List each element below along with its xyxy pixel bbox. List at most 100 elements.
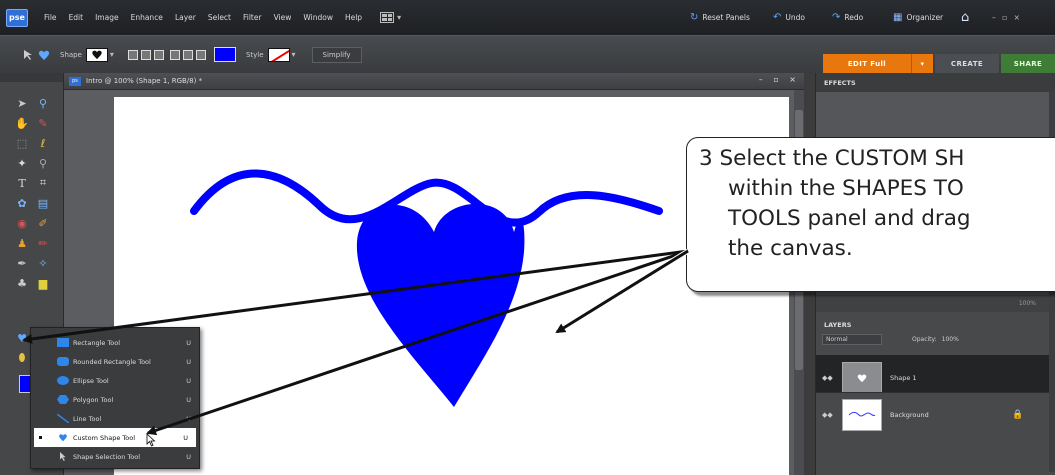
eye-icon[interactable]: ◆◆ bbox=[822, 374, 833, 382]
tab-create[interactable]: CREATE bbox=[935, 54, 999, 74]
flyout-item-label: Rectangle Tool bbox=[73, 338, 121, 347]
menu-image[interactable]: Image bbox=[95, 13, 119, 22]
flyout-item-rounded-rectangle-tool[interactable]: Rounded Rectangle Tool U bbox=[31, 352, 199, 371]
shape-picker[interactable] bbox=[85, 47, 108, 62]
brush-tool-icon[interactable]: ✒ bbox=[15, 256, 29, 270]
smart-brush-tool-icon[interactable]: ✧ bbox=[36, 256, 50, 270]
menu-enhance[interactable]: Enhance bbox=[131, 13, 163, 22]
intersect-shape-icon[interactable] bbox=[169, 49, 180, 60]
wavy-line-thumb bbox=[848, 411, 876, 417]
shortcut-key: U bbox=[186, 338, 191, 347]
menu-select[interactable]: Select bbox=[208, 13, 231, 22]
arrange-documents-icon[interactable] bbox=[380, 12, 395, 23]
blend-mode-select[interactable]: Normal bbox=[822, 333, 882, 345]
menu-view[interactable]: View bbox=[274, 13, 292, 22]
menu-edit[interactable]: Edit bbox=[69, 13, 84, 22]
home-icon[interactable]: ⌂ bbox=[961, 0, 969, 35]
reset-icon: ↻ bbox=[690, 12, 699, 23]
eyedropper-tool-icon[interactable]: ✎ bbox=[36, 116, 50, 130]
gradient-tool-icon[interactable]: ▆ bbox=[36, 276, 50, 290]
flyout-item-rectangle-tool[interactable]: Rectangle Tool U bbox=[31, 333, 199, 352]
exclude-shape-icon[interactable] bbox=[182, 49, 193, 60]
opacity-input[interactable]: 100% bbox=[942, 336, 959, 343]
style-picker[interactable] bbox=[267, 47, 290, 62]
chevron-down-icon[interactable]: ▾ bbox=[110, 50, 114, 59]
healing-brush-tool-icon[interactable]: ✐ bbox=[36, 216, 50, 230]
layers-panel-header[interactable]: LAYERS bbox=[816, 319, 1055, 330]
straighten-tool-icon[interactable]: ▤ bbox=[36, 196, 50, 210]
tab-edit-full[interactable]: EDIT Full bbox=[823, 54, 911, 74]
chevron-down-icon[interactable]: ▾ bbox=[397, 13, 401, 22]
flyout-item-polygon-tool[interactable]: Polygon Tool U bbox=[31, 390, 199, 409]
lock-icon: 🔒 bbox=[1012, 410, 1024, 420]
menu-bar: pse File Edit Image Enhance Layer Select… bbox=[0, 0, 1055, 35]
flyout-item-label: Rounded Rectangle Tool bbox=[73, 357, 151, 366]
new-shape-layer-icon[interactable] bbox=[127, 49, 138, 60]
cookie-cutter-tool-icon[interactable]: ✿ bbox=[15, 196, 29, 210]
marquee-tool-icon[interactable]: ⬚ bbox=[15, 136, 29, 150]
menu-window[interactable]: Window bbox=[303, 13, 333, 22]
chevron-down-icon[interactable]: ▾ bbox=[292, 50, 296, 59]
type-tool-icon[interactable]: T bbox=[15, 176, 29, 190]
layer-name: Background bbox=[890, 411, 929, 419]
eraser-tool-icon[interactable]: ✏ bbox=[36, 236, 50, 250]
eye-icon[interactable]: ◆◆ bbox=[822, 411, 833, 419]
effects-panel-header[interactable]: EFFECTS bbox=[816, 73, 1055, 92]
add-to-shape-icon[interactable] bbox=[140, 49, 151, 60]
heart-icon bbox=[59, 434, 67, 442]
shape-tool-icon[interactable]: ♥ bbox=[15, 331, 29, 345]
shortcut-key: U bbox=[186, 414, 191, 423]
redo-button[interactable]: ↷ Redo bbox=[832, 0, 863, 35]
menu-layer[interactable]: Layer bbox=[175, 13, 196, 22]
shortcut-key: U bbox=[186, 376, 191, 385]
heart-shape bbox=[356, 203, 525, 407]
subtract-shape-icon[interactable] bbox=[153, 49, 164, 60]
callout-line-2: within the SHAPES TO bbox=[728, 176, 964, 201]
flyout-item-custom-shape-tool[interactable]: Custom Shape Tool U bbox=[34, 428, 196, 447]
effects-status: 100% bbox=[816, 295, 1055, 312]
reset-panels-button[interactable]: ↻ Reset Panels bbox=[690, 0, 750, 35]
move-tool-icon[interactable]: ➤ bbox=[15, 96, 29, 110]
magic-wand-tool-icon[interactable]: ✦ bbox=[15, 156, 29, 170]
red-eye-tool-icon[interactable]: ◉ bbox=[15, 216, 29, 230]
shape-color-swatch[interactable] bbox=[213, 47, 236, 62]
menu-file[interactable]: File bbox=[44, 13, 57, 22]
document-window-controls[interactable]: – ▫ × bbox=[759, 75, 800, 84]
crop-tool-icon[interactable]: ⌗ bbox=[36, 176, 50, 190]
document-icon: ps bbox=[69, 76, 81, 86]
flyout-item-ellipse-tool[interactable]: Ellipse Tool U bbox=[31, 371, 199, 390]
layer-thumbnail bbox=[842, 361, 882, 394]
undo-button[interactable]: ↶ Undo bbox=[773, 0, 805, 35]
combine-shape-icon[interactable] bbox=[195, 49, 206, 60]
hand-tool-icon[interactable]: ✋ bbox=[15, 116, 29, 130]
simplify-button[interactable]: Simplify bbox=[311, 46, 362, 63]
chevron-down-icon[interactable]: ▾ bbox=[911, 54, 933, 74]
panel-grip[interactable] bbox=[0, 73, 63, 82]
redo-label: Redo bbox=[844, 13, 864, 22]
document-titlebar[interactable]: ps Intro @ 100% (Shape 1, RGB/8) * – ▫ × bbox=[64, 73, 804, 90]
organizer-button[interactable]: ▦ Organizer bbox=[893, 0, 943, 35]
lasso-tool-icon[interactable]: ℓ bbox=[36, 136, 50, 150]
flyout-item-shape-selection-tool[interactable]: Shape Selection Tool U bbox=[31, 447, 199, 466]
flyout-item-label: Ellipse Tool bbox=[73, 376, 109, 385]
clone-stamp-tool-icon[interactable]: ♟ bbox=[15, 236, 29, 250]
paint-bucket-tool-icon[interactable]: ♣ bbox=[15, 276, 29, 290]
heart-tool-icon[interactable] bbox=[38, 49, 50, 61]
blur-tool-icon[interactable]: ⬮ bbox=[15, 351, 29, 365]
style-label: Style bbox=[245, 50, 264, 59]
menu-help[interactable]: Help bbox=[345, 13, 362, 22]
shortcut-key: U bbox=[183, 433, 188, 442]
selected-bullet-icon bbox=[39, 436, 42, 439]
flyout-item-label: Custom Shape Tool bbox=[73, 433, 136, 442]
menu-filter[interactable]: Filter bbox=[243, 13, 262, 22]
move-arrow-icon[interactable] bbox=[22, 49, 34, 61]
flyout-item-line-tool[interactable]: Line Tool U bbox=[31, 409, 199, 428]
window-controls[interactable]: – ▫ × bbox=[992, 0, 1022, 35]
layer-row-background[interactable]: ◆◆ Background 🔒 bbox=[816, 392, 1055, 437]
zoom-tool-icon[interactable]: ⚲ bbox=[36, 96, 50, 110]
line-icon bbox=[57, 414, 69, 423]
tab-share[interactable]: SHARE bbox=[1001, 54, 1055, 74]
polygon-icon bbox=[57, 395, 69, 404]
quick-selection-tool-icon[interactable]: ⚲ bbox=[36, 156, 50, 170]
layer-thumbnail bbox=[842, 399, 882, 431]
